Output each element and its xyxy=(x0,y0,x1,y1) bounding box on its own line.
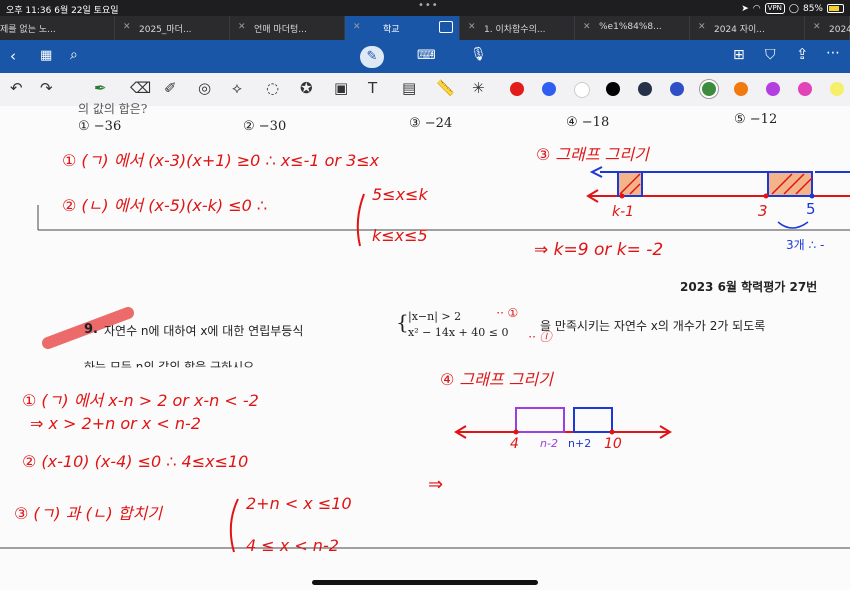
choice-2: ② −30 xyxy=(243,119,287,134)
note9-line3: ② (x-10) (x-4) ≤0 ∴ 4≤x≤10 xyxy=(22,452,249,471)
note9-arrow: ⇒ xyxy=(428,474,444,495)
source-label: 2023 6월 학력평가 27번 xyxy=(680,280,818,294)
color-swatch[interactable] xyxy=(798,82,812,96)
note8-count: 3개 ∴ - xyxy=(786,238,825,252)
nl-label-n-plus-2: n+2 xyxy=(568,437,592,450)
note9-case1: 2+n < x ≤10 xyxy=(246,494,352,513)
note9-line4: ③ (ㄱ) 과 (ㄴ) 합치기 xyxy=(14,504,162,523)
color-swatch[interactable] xyxy=(510,82,524,96)
color-swatch[interactable] xyxy=(734,82,748,96)
note8-line1: ① (ㄱ) 에서 (x-3)(x+1) ≥0 ∴ x≤-1 or 3≤x xyxy=(62,151,380,170)
note9-graph-title: ④ 그래프 그리기 xyxy=(440,370,553,389)
problem9-text2: 을 만족시키는 자연수 x의 개수가 2가 되도록 xyxy=(540,319,766,333)
home-indicator[interactable] xyxy=(312,580,538,585)
nl-label-n-2: n-2 xyxy=(540,437,558,450)
choice-4: ④ −18 xyxy=(566,115,610,130)
color-swatch[interactable] xyxy=(574,82,590,98)
number-line-2 xyxy=(454,407,672,439)
color-swatch[interactable] xyxy=(606,82,620,96)
note8-answer: ⇒ k=9 or k= -2 xyxy=(534,240,664,260)
problem9-text: 자연수 n에 대하여 x에 대한 연립부등식 xyxy=(104,324,304,338)
note9-line2: ⇒ x > 2+n or x < n-2 xyxy=(30,414,201,433)
ineq-2: x² − 14x + 40 ≤ 0 xyxy=(408,326,509,339)
choice-5: ⑤ −12 xyxy=(734,112,778,127)
color-swatch[interactable] xyxy=(766,82,780,96)
label-5: 5 xyxy=(806,200,816,218)
note9-line1: ① (ㄱ) 에서 x-n > 2 or x-n < -2 xyxy=(22,391,259,410)
label-3: 3 xyxy=(758,202,768,220)
color-swatch[interactable] xyxy=(638,82,652,96)
color-swatch[interactable] xyxy=(670,82,684,96)
ineq-1: |x−n| > 2 xyxy=(408,310,462,323)
nl-label-10: 10 xyxy=(604,436,622,452)
color-swatch[interactable] xyxy=(830,82,844,96)
choice-1: ① −36 xyxy=(78,119,122,134)
system-brace: { xyxy=(396,310,409,334)
nl-label-4: 4 xyxy=(510,436,519,452)
choice-3: ③ −24 xyxy=(409,116,453,131)
note8-graph-title: ③ 그래프 그리기 xyxy=(536,145,649,164)
problem9-number: 9. xyxy=(84,322,98,337)
label-k-minus-1: k-1 xyxy=(612,204,635,220)
note8-line2: ② (ㄴ) 에서 (x-5)(x-k) ≤0 ∴ xyxy=(62,196,268,215)
problem8-header: 의 값의 합은? xyxy=(78,102,148,116)
color-swatch[interactable] xyxy=(702,82,716,96)
color-swatch[interactable] xyxy=(542,82,556,96)
note9-case2: 4 ≤ x < n-2 xyxy=(246,536,339,555)
note8-case2: k≤x≤5 xyxy=(372,226,428,245)
ineq-mark-1: ·· ① xyxy=(496,306,519,320)
note8-case1: 5≤x≤k xyxy=(372,185,428,204)
